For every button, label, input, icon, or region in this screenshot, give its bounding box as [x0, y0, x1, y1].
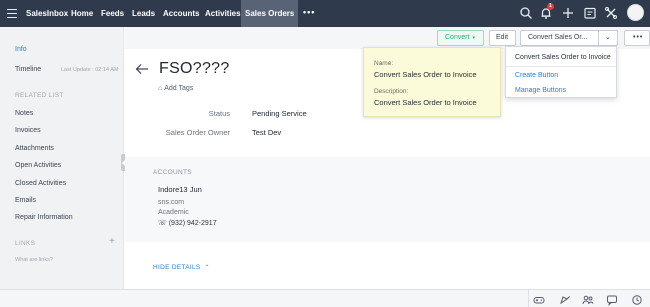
nav-sales-orders[interactable]: Sales Orders [241, 0, 299, 27]
account-website[interactable]: sns.com [158, 199, 184, 206]
nav-home[interactable]: Home [71, 0, 93, 27]
nav-more-button[interactable]: ••• [303, 0, 315, 27]
last-update-text: Last Update : 02:14 AM [61, 67, 119, 73]
status-value[interactable]: Pending Service [252, 109, 307, 118]
sidebar-item-notes[interactable]: Notes [15, 110, 33, 117]
custom-button-menu: Convert Sales Order to Invoice Create Bu… [505, 46, 617, 98]
account-type: Academic [158, 209, 189, 216]
sidebar-item-closed-activities[interactable]: Closed Activities [15, 180, 66, 187]
menu-item-manage-buttons[interactable]: Manage Buttons [515, 87, 566, 94]
notification-bell-icon[interactable]: 1 [539, 3, 554, 20]
nav-salesinbox[interactable]: SalesInbox [26, 0, 68, 27]
hide-details-label: HIDE DETAILS [153, 264, 201, 271]
contacts-icon[interactable] [582, 293, 594, 305]
tag-icon: ⌂ [158, 85, 163, 92]
status-label: Status [208, 109, 230, 118]
add-tags-label: Add Tags [164, 85, 194, 92]
chat-bubble-icon[interactable] [606, 293, 618, 306]
sidebar-item-timeline[interactable]: Timeline [15, 66, 41, 73]
calendar-icon[interactable] [583, 6, 597, 20]
plus-icon[interactable] [561, 6, 575, 20]
what-are-links-link[interactable]: What are links? [15, 257, 53, 263]
menu-item-create-button[interactable]: Create Button [515, 72, 558, 79]
phone-icon: ☏ [158, 220, 167, 227]
sidebar-item-info[interactable]: Info [15, 46, 27, 53]
account-phone-number: (932) 942-2917 [168, 220, 217, 227]
nav-accounts[interactable]: Accounts [163, 0, 199, 27]
account-name[interactable]: Indore13 Jun [158, 185, 202, 194]
sidebar-item-repair-information[interactable]: Repair Information [15, 214, 73, 221]
chevron-up-icon: ⌃ [204, 265, 210, 271]
convert-button-label: Convert [445, 34, 470, 41]
user-avatar[interactable] [627, 4, 644, 21]
accounts-section [125, 157, 650, 242]
nav-activities[interactable]: Activities [205, 0, 241, 27]
owner-label: Sales Order Owner [165, 128, 230, 137]
add-tags-link[interactable]: ⌂ Add Tags [158, 85, 193, 92]
nav-feeds[interactable]: Feeds [101, 0, 124, 27]
convert-button[interactable]: Convert ▾ [437, 30, 484, 46]
edit-button[interactable]: Edit [489, 30, 516, 46]
tooltip-name-label: Name: [374, 60, 394, 67]
record-title: FSO???? [159, 60, 230, 77]
back-arrow-icon[interactable] [135, 62, 149, 74]
gamepad-icon[interactable] [533, 293, 545, 305]
more-actions-button[interactable]: ••• [624, 30, 650, 46]
menu-divider [506, 66, 616, 67]
add-link-plus-icon[interactable]: + [109, 236, 115, 247]
menu-item-convert-to-invoice[interactable]: Convert Sales Order to Invoice [515, 54, 611, 61]
top-navigation-bar: SalesInbox Home Feeds Leads Accounts Act… [0, 0, 650, 27]
toolbar-separator [528, 290, 529, 307]
nav-leads[interactable]: Leads [132, 0, 155, 27]
tooltip-name-value: Convert Sales Order to Invoice [374, 70, 477, 79]
button-separator [598, 31, 599, 45]
owner-value[interactable]: Test Dev [252, 128, 281, 137]
sidebar-item-emails[interactable]: Emails [15, 197, 36, 204]
tooltip-description-label: Description: [374, 88, 409, 95]
feedback-icon[interactable] [559, 293, 571, 305]
sidebar-item-attachments[interactable]: Attachments [15, 145, 54, 152]
links-heading: LINKS [15, 240, 36, 247]
chevron-down-icon[interactable]: ⌄ [605, 31, 611, 45]
related-list-heading: RELATED LIST [15, 92, 64, 99]
button-info-tooltip: Name: Convert Sales Order to Invoice Des… [363, 47, 501, 117]
sidebar-item-open-activities[interactable]: Open Activities [15, 162, 61, 169]
search-icon[interactable] [519, 6, 533, 20]
menu-icon[interactable] [7, 9, 17, 18]
custom-button-label: Convert Sales Or... [528, 34, 588, 41]
setup-tools-icon[interactable] [604, 6, 618, 20]
accounts-heading: ACCOUNTS [153, 169, 192, 176]
tooltip-description-value: Convert Sales Order to Invoice [374, 98, 477, 107]
bottom-toolbar [0, 289, 650, 307]
hide-details-link[interactable]: HIDE DETAILS ⌃ [153, 264, 210, 271]
history-icon[interactable] [631, 293, 643, 305]
account-phone[interactable]: ☏ (932) 942-2917 [158, 219, 217, 227]
sidebar-item-invoices[interactable]: Invoices [15, 127, 41, 134]
custom-button-dropdown[interactable]: Convert Sales Or... ⌄ [520, 30, 618, 46]
notification-count-badge: 1 [547, 3, 554, 10]
chevron-down-icon: ▾ [472, 35, 476, 41]
